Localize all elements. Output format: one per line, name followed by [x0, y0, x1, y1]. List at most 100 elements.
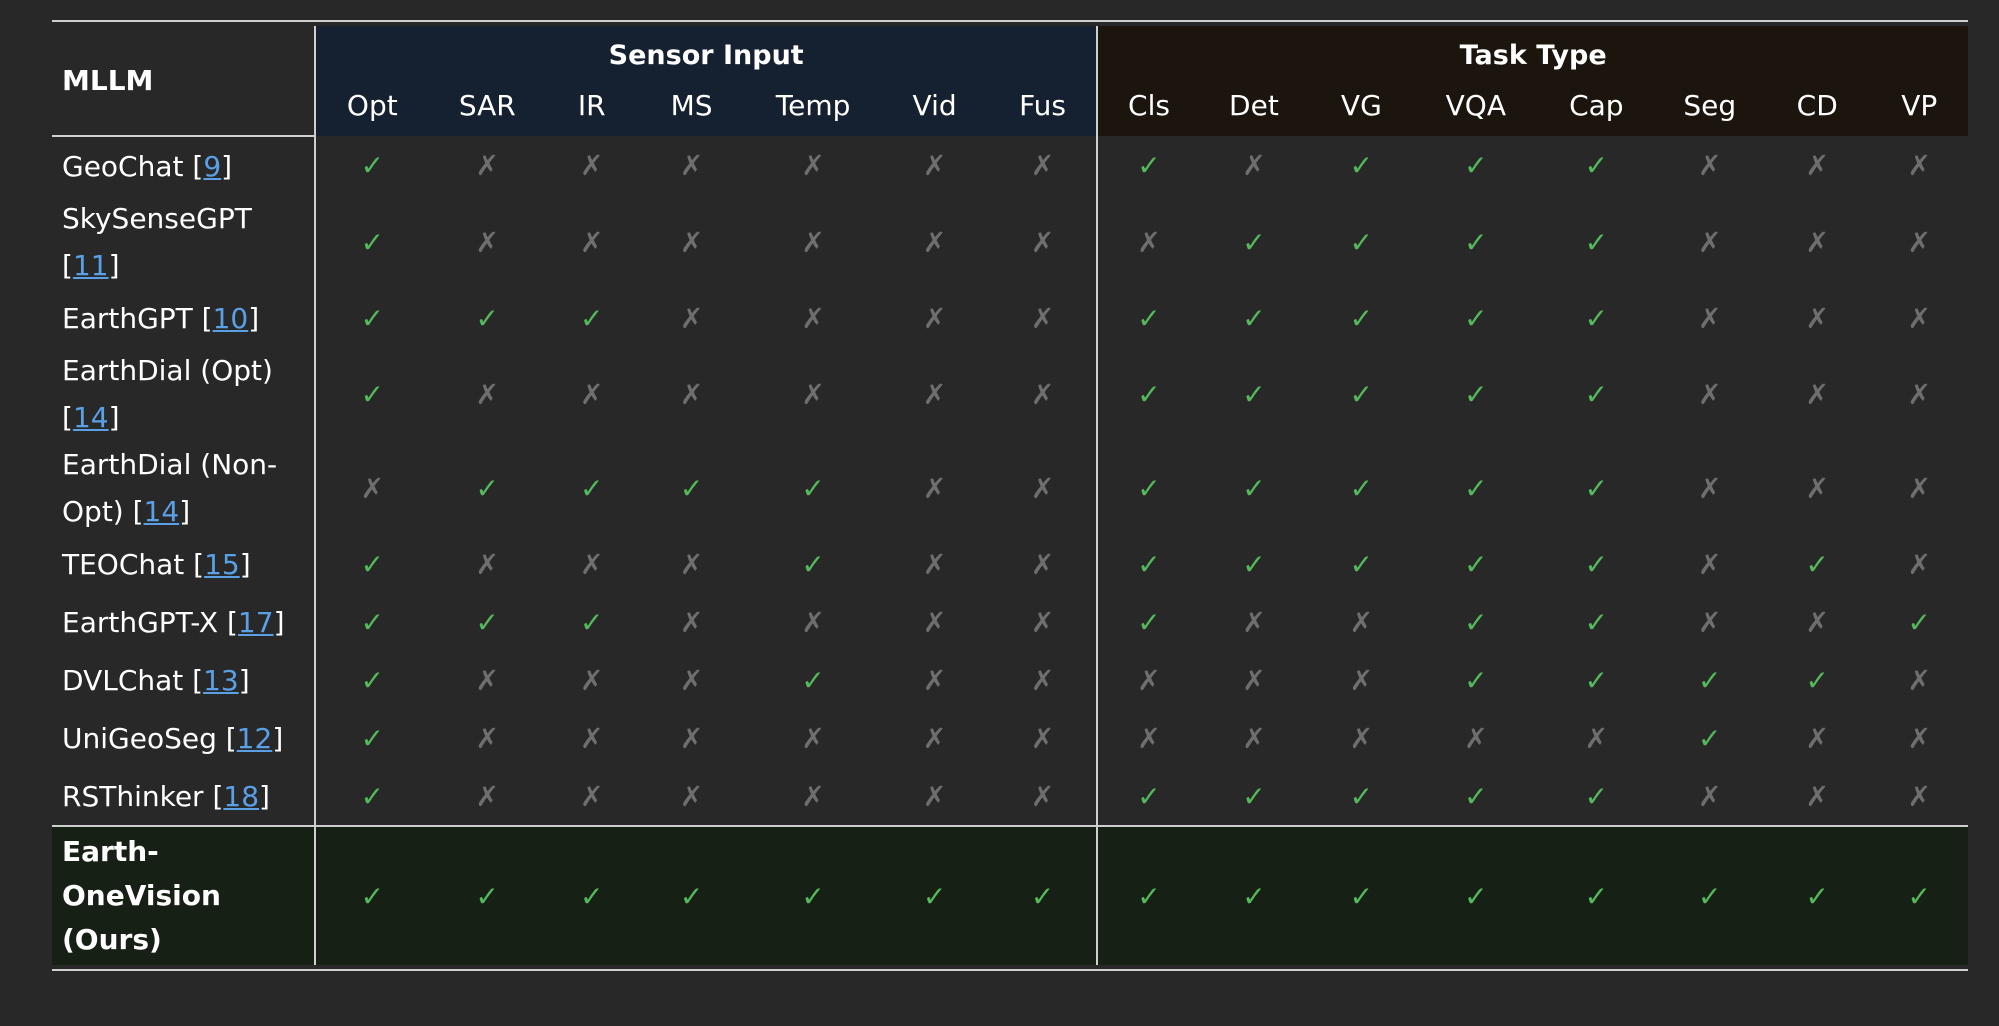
- cross-mark-icon: ✗: [579, 663, 604, 697]
- table-row: GeoChat [9] ✓ ✗ ✗ ✗ ✗ ✗ ✗ ✓ ✗ ✓ ✓ ✓ ✗ ✗ ✗: [52, 136, 1968, 195]
- cross-mark-icon: ✗: [1030, 721, 1055, 755]
- cross-mark-icon: ✗: [801, 301, 825, 335]
- check-mark-icon: ✓: [1698, 721, 1722, 755]
- check-mark-icon: ✓: [1242, 301, 1266, 335]
- cross-mark-icon: ✗: [922, 663, 947, 697]
- cross-mark-icon: ✗: [922, 605, 947, 639]
- citation-link[interactable]: 13: [203, 664, 239, 697]
- model-name: EarthGPT [: [62, 301, 213, 335]
- cross-mark-icon: ✗: [1096, 651, 1200, 709]
- cross-mark-icon: ✗: [1096, 709, 1200, 767]
- check-mark-icon: ✓: [1655, 825, 1764, 965]
- cross-mark-icon: ✗: [1907, 377, 1931, 411]
- model-name: DVLChat [: [62, 663, 204, 697]
- model-name-cell: DVLChat [13]: [52, 651, 317, 709]
- table-row: EarthGPT [10] ✓ ✓ ✓ ✗ ✗ ✗ ✗ ✓ ✓ ✓ ✓ ✓ ✗ ✗ ✗: [52, 289, 1968, 347]
- cross-mark-icon: ✗: [801, 225, 825, 259]
- cross-mark-icon: ✗: [1698, 471, 1722, 505]
- check-mark-icon: ✓: [579, 471, 604, 505]
- cross-mark-icon: ✗: [1030, 149, 1055, 182]
- check-mark-icon: ✓: [1242, 547, 1266, 581]
- cross-mark-icon: ✗: [579, 377, 604, 411]
- cross-mark-icon: ✗: [1805, 471, 1829, 505]
- cross-mark-icon: ✗: [1698, 301, 1722, 335]
- cross-mark-icon: ✗: [801, 779, 825, 813]
- table-body: GeoChat [9] ✓ ✗ ✗ ✗ ✗ ✗ ✗ ✓ ✗ ✓ ✓ ✓ ✗ ✗ ✗ SkySenseGPT [1…: [52, 136, 1968, 965]
- citation-link[interactable]: 9: [203, 150, 221, 183]
- citation-link[interactable]: 17: [238, 606, 274, 639]
- check-mark-icon: ✓: [1242, 471, 1266, 505]
- cross-mark-icon: ✗: [1907, 225, 1931, 259]
- cross-mark-icon: ✗: [1349, 721, 1374, 755]
- citation-link[interactable]: 15: [204, 548, 240, 581]
- model-name-cell: GeoChat [9]: [52, 136, 317, 195]
- model-name-cell: UniGeoSeg [12]: [52, 709, 317, 767]
- cross-mark-icon: ✗: [1907, 779, 1931, 813]
- column-header-cls: Cls: [1096, 80, 1200, 136]
- check-mark-icon: ✓: [1584, 225, 1609, 259]
- cross-mark-icon: ✗: [1698, 605, 1722, 639]
- cross-mark-icon: ✗: [1030, 377, 1055, 411]
- citation-bracket: ]: [108, 249, 120, 282]
- cross-mark-icon: ✗: [1805, 225, 1829, 259]
- check-mark-icon: ✓: [801, 547, 825, 581]
- citation-link[interactable]: 14: [144, 495, 180, 528]
- column-header-ms: MS: [637, 80, 746, 136]
- cross-mark-icon: ✗: [801, 605, 825, 639]
- cross-mark-icon: ✗: [1805, 149, 1829, 182]
- citation-bracket: ]: [238, 663, 250, 697]
- group-header-row: MLLM Sensor Input Task Type: [52, 26, 1968, 137]
- check-mark-icon: ✓: [360, 547, 385, 581]
- column-header-det: Det: [1199, 80, 1309, 136]
- cross-mark-icon: ✗: [1907, 471, 1931, 505]
- table-row: UniGeoSeg [12] ✓ ✗ ✗ ✗ ✗ ✗ ✗ ✗ ✗ ✗ ✗ ✗ ✓ ✗ ✗: [52, 709, 1968, 767]
- check-mark-icon: ✓: [1584, 301, 1609, 335]
- check-mark-icon: ✓: [1096, 825, 1200, 965]
- model-name: GeoChat [: [62, 149, 204, 183]
- cross-mark-icon: ✗: [1242, 663, 1266, 697]
- cross-mark-icon: ✗: [1030, 547, 1055, 581]
- citation-link[interactable]: 11: [73, 249, 109, 282]
- check-mark-icon: ✓: [1349, 149, 1374, 182]
- cross-mark-icon: ✗: [1698, 547, 1722, 581]
- check-mark-icon: ✓: [360, 605, 385, 639]
- citation-bracket: ]: [272, 721, 284, 755]
- cross-mark-icon: ✗: [1907, 547, 1931, 581]
- ours-row: Earth- OneVision (Ours) ✓ ✓ ✓ ✓ ✓ ✓ ✓ ✓ ✓ ✓ ✓ ✓ ✓ ✓ ✓: [52, 825, 1968, 965]
- column-header-cd: CD: [1764, 80, 1871, 136]
- column-header-vg: VG: [1308, 80, 1415, 136]
- column-header-ir: IR: [546, 80, 638, 136]
- check-mark-icon: ✓: [360, 301, 385, 335]
- citation-link[interactable]: 18: [223, 780, 259, 813]
- cross-mark-icon: ✗: [475, 377, 499, 411]
- citation-link[interactable]: 14: [73, 401, 109, 434]
- check-mark-icon: ✓: [360, 663, 385, 697]
- check-mark-icon: ✓: [1242, 779, 1266, 813]
- check-mark-icon: ✓: [1907, 605, 1931, 639]
- cross-mark-icon: ✗: [679, 301, 704, 335]
- cross-mark-icon: ✗: [679, 149, 704, 182]
- citation-link[interactable]: 12: [237, 722, 273, 755]
- cross-mark-icon: ✗: [475, 663, 499, 697]
- table-row: RSThinker [18] ✓ ✗ ✗ ✗ ✗ ✗ ✗ ✓ ✓ ✓ ✓ ✓ ✗ ✗ ✗: [52, 767, 1968, 826]
- column-header-vp: VP: [1870, 80, 1968, 136]
- check-mark-icon: ✓: [1584, 663, 1609, 697]
- cross-mark-icon: ✗: [1464, 721, 1488, 755]
- check-mark-icon: ✓: [428, 825, 546, 965]
- check-mark-icon: ✓: [679, 471, 704, 505]
- check-mark-icon: ✓: [1464, 547, 1488, 581]
- cross-mark-icon: ✗: [1030, 471, 1055, 505]
- cross-mark-icon: ✗: [579, 547, 604, 581]
- check-mark-icon: ✓: [1464, 149, 1488, 182]
- check-mark-icon: ✓: [1464, 301, 1488, 335]
- check-mark-icon: ✓: [1096, 593, 1200, 651]
- cross-mark-icon: ✗: [1242, 605, 1266, 639]
- check-mark-icon: ✓: [1096, 441, 1200, 535]
- check-mark-icon: ✓: [801, 471, 825, 505]
- check-mark-icon: ✓: [1349, 547, 1374, 581]
- table-row: SkySenseGPT [11] ✓ ✗ ✗ ✗ ✗ ✗ ✗ ✗ ✓ ✓ ✓ ✓ ✗ ✗ ✗: [52, 195, 1968, 289]
- cross-mark-icon: ✗: [801, 721, 825, 755]
- sensor-input-group-header: Sensor Input: [315, 26, 1098, 80]
- task-type-group-header: Task Type: [1096, 26, 1968, 80]
- citation-link[interactable]: 10: [213, 302, 249, 335]
